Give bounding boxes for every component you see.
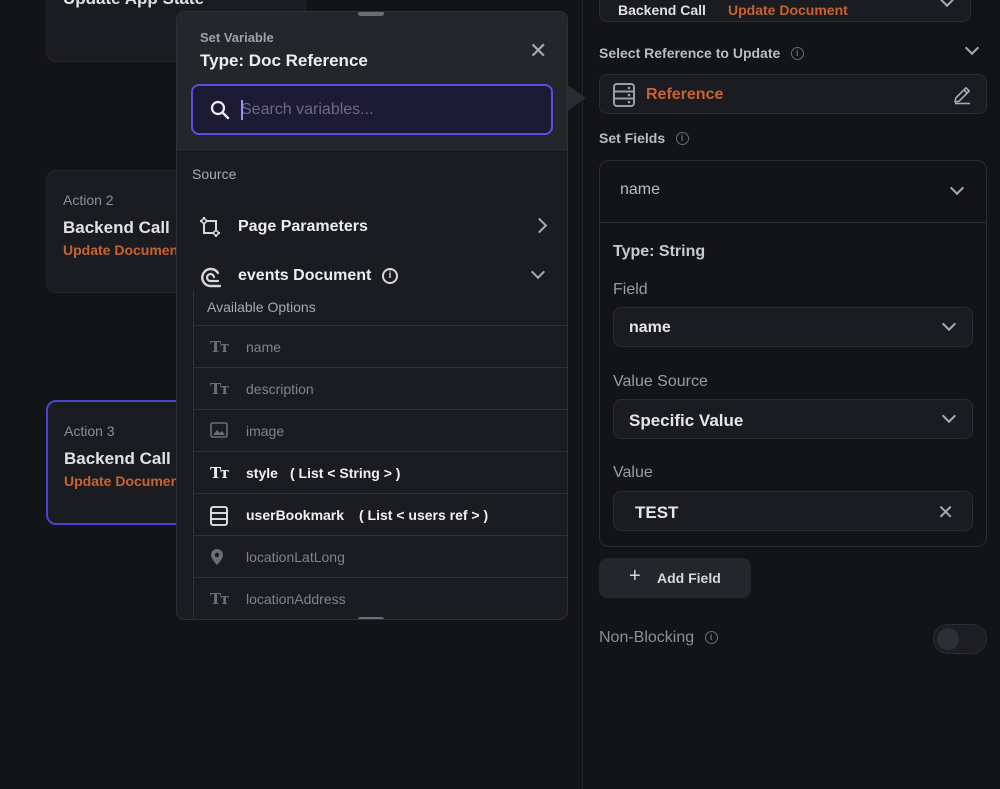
search-box[interactable] [191,84,553,135]
action-title: Backend Call [63,218,170,237]
text-icon: Tт [210,464,229,482]
action-type: Backend Call [618,2,706,18]
properties-panel: Backend Call Update Document Select Refe… [582,0,1000,789]
source-label: Source [192,166,237,182]
text-caret [241,100,243,120]
chevron-down-icon [939,0,955,8]
field-dropdown[interactable]: name [613,307,973,347]
edit-pencil-icon[interactable] [952,85,972,110]
plus-icon: + [629,565,641,587]
action-label: Action 3 [64,423,115,439]
option-label: image [246,423,285,439]
non-blocking-text: Non-Blocking [599,629,695,646]
non-blocking-label: Non-Blocking i [599,629,718,647]
option-location-address: Tт locationAddress [194,577,567,619]
text-icon: Tт [210,590,229,608]
reference-selector[interactable]: Reference [599,74,987,114]
source-label-page-parameters: Page Parameters [238,218,368,235]
action-name: Update Document [728,2,848,18]
search-input[interactable] [241,99,531,121]
non-blocking-toggle[interactable] [933,624,987,654]
option-name: Tт name [194,325,567,367]
text-icon: Tт [210,338,229,356]
add-field-label: Add Field [657,570,721,586]
value-label: Value [613,464,653,481]
value-input[interactable]: TEST ✕ [613,491,973,531]
option-label: name [246,339,282,355]
popup-pointer [566,84,586,112]
info-icon[interactable]: i [382,268,398,284]
info-icon[interactable]: i [675,132,689,146]
chevron-down-icon [949,180,965,196]
clear-icon[interactable]: ✕ [937,500,954,525]
action-title: Update App State [63,0,204,9]
field-card: name Type: String Field name Value Sourc… [599,160,987,547]
popup-caption: Set Variable [200,30,274,45]
source-label-events-document: events Document [238,267,372,284]
option-label: locationAddress [246,591,346,607]
set-fields-label: Set Fields [599,130,666,146]
reference-section-label: Select Reference to Update [599,45,781,61]
field-label: Field [613,281,648,298]
close-icon[interactable]: ✕ [529,38,547,64]
resize-handle-top[interactable] [358,12,384,16]
option-user-bookmark[interactable]: userBookmark ( List < users ref > ) [194,493,567,535]
value-input-text[interactable]: TEST [635,503,678,523]
field-type-label: Type: String [613,243,706,260]
chevron-right-icon [531,217,548,236]
value-source-value: Specific Value [629,411,744,430]
popup-title: Type: Doc Reference [200,51,368,70]
action-subtitle: Update Document [64,473,184,489]
action-label: Action 2 [63,192,114,208]
option-image: image [194,409,567,451]
option-type-hint: ( List < String > ) [290,465,401,481]
reference-value: Reference [646,86,724,103]
action-title: Backend Call [64,449,171,468]
option-location-lat-long: locationLatLong [194,535,567,577]
popup-header: Set Variable Type: Doc Reference ✕ [177,12,567,150]
reference-section-header: Select Reference to Update i [599,45,804,63]
set-variable-popup: Set Variable Type: Doc Reference ✕ Sourc… [176,11,568,620]
chevron-down-icon [941,316,957,332]
option-label: locationLatLong [246,549,345,565]
location-pin-icon [210,548,230,566]
image-icon [210,422,230,440]
option-type-hint: ( List < users ref > ) [359,507,489,523]
search-icon [210,100,230,125]
database-icon [613,83,635,112]
option-label: userBookmark [246,507,345,523]
chevron-down-icon [941,408,957,424]
page-parameters-icon [199,216,221,243]
info-icon[interactable]: i [790,47,804,61]
action-subtitle: Update Document [63,242,183,258]
option-style[interactable]: Tт style ( List < String > ) [194,451,567,493]
option-label: style [246,465,278,481]
option-description: Tт description [194,367,567,409]
source-page-parameters[interactable]: Page Parameters [177,207,567,247]
value-source-dropdown[interactable]: Specific Value [613,399,973,439]
field-card-title: name [620,181,661,198]
available-options-list: Available Options Tт name Tт description… [193,290,567,619]
collapse-chevron-icon[interactable] [964,40,980,56]
set-fields-header: Set Fields i [599,130,689,148]
text-icon: Tт [210,380,229,398]
action-type-dropdown[interactable]: Backend Call Update Document [599,0,971,22]
reference-icon [210,506,230,526]
available-options-header: Available Options [207,299,316,315]
resize-handle-bottom[interactable] [358,617,384,619]
toggle-knob [937,628,959,650]
option-label: description [246,381,314,397]
field-card-header[interactable]: name [600,161,986,223]
info-icon[interactable]: i [704,631,718,645]
value-source-label: Value Source [613,373,708,390]
add-field-button[interactable]: + Add Field [599,558,751,598]
field-dropdown-value: name [629,319,671,336]
chevron-down-icon [530,264,546,280]
